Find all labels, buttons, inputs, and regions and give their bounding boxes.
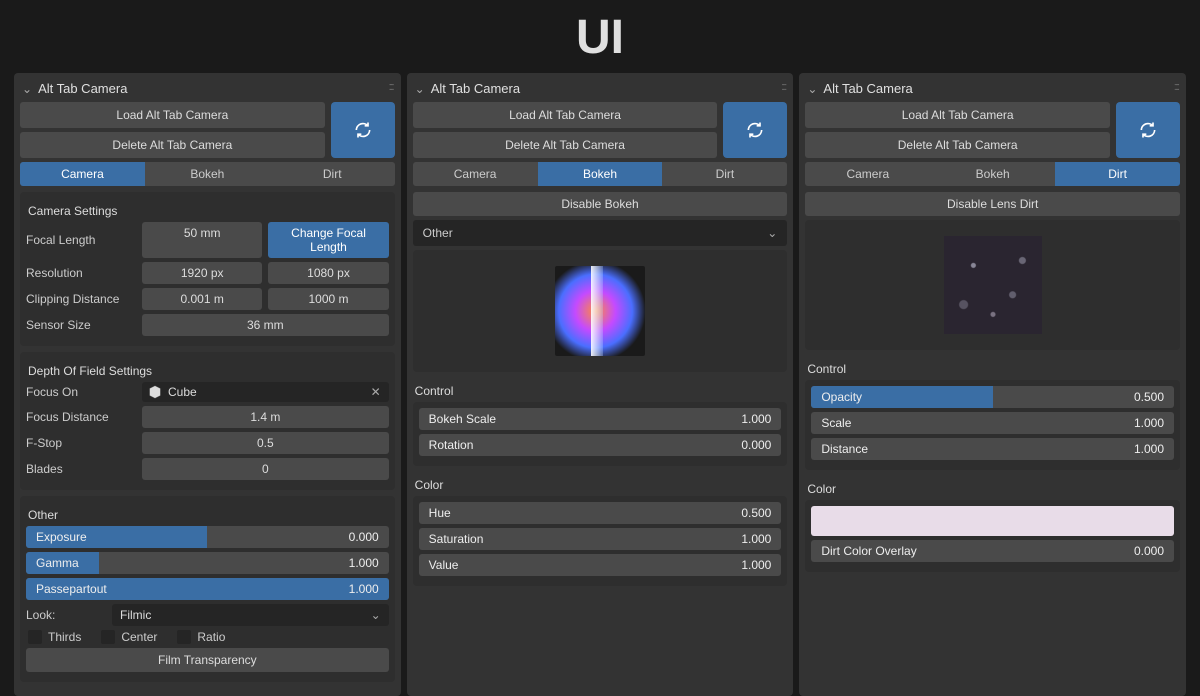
label-look: Look: (26, 608, 106, 622)
chevron-down-icon: ⌄ (767, 226, 777, 240)
dirt-preview (944, 236, 1042, 334)
load-button[interactable]: Load Alt Tab Camera (805, 102, 1110, 128)
exposure-slider[interactable]: Exposure0.000 (26, 526, 389, 548)
delete-button[interactable]: Delete Alt Tab Camera (20, 132, 325, 158)
tab-bokeh[interactable]: Bokeh (145, 162, 270, 186)
label-focus-dist: Focus Distance (26, 410, 136, 424)
section-control: Control (805, 356, 1180, 380)
focus-object-name: Cube (168, 385, 369, 399)
saturation-slider[interactable]: Saturation1.000 (419, 528, 782, 550)
section-camera-settings: Camera Settings (26, 198, 389, 222)
grip-icon[interactable]: :::: (781, 81, 785, 93)
fstop-field[interactable]: 0.5 (142, 432, 389, 454)
res-x-field[interactable]: 1920 px (142, 262, 262, 284)
section-control: Control (413, 378, 788, 402)
check-center[interactable]: Center (101, 630, 157, 644)
clip-far-field[interactable]: 1000 m (268, 288, 388, 310)
tab-dirt[interactable]: Dirt (662, 162, 787, 186)
opacity-slider[interactable]: Opacity0.500 (811, 386, 1174, 408)
delete-button[interactable]: Delete Alt Tab Camera (413, 132, 718, 158)
label-resolution: Resolution (26, 266, 136, 280)
delete-button[interactable]: Delete Alt Tab Camera (805, 132, 1110, 158)
tab-dirt[interactable]: Dirt (270, 162, 395, 186)
dirt-overlay-slider[interactable]: Dirt Color Overlay0.000 (811, 540, 1174, 562)
check-thirds[interactable]: Thirds (28, 630, 81, 644)
load-button[interactable]: Load Alt Tab Camera (20, 102, 325, 128)
section-other: Other (26, 502, 389, 526)
tab-bokeh[interactable]: Bokeh (538, 162, 663, 186)
value-slider[interactable]: Value1.000 (419, 554, 782, 576)
refresh-button[interactable] (1116, 102, 1180, 158)
chevron-down-icon[interactable]: ⌄ (807, 82, 817, 96)
refresh-icon (1138, 120, 1158, 140)
label-focus-on: Focus On (26, 385, 136, 399)
label-fstop: F-Stop (26, 436, 136, 450)
tab-dirt[interactable]: Dirt (1055, 162, 1180, 186)
bokeh-other-dropdown[interactable]: Other ⌄ (413, 220, 788, 246)
focal-length-field[interactable]: 50 mm (142, 222, 262, 258)
grip-icon[interactable]: :::: (388, 81, 392, 93)
tabs: Camera Bokeh Dirt (805, 162, 1180, 186)
section-color: Color (413, 472, 788, 496)
tab-bokeh[interactable]: Bokeh (930, 162, 1055, 186)
dirt-color-swatch[interactable] (811, 506, 1174, 536)
blades-field[interactable]: 0 (142, 458, 389, 480)
label-focal-length: Focal Length (26, 233, 136, 247)
section-color: Color (805, 476, 1180, 500)
panel-bokeh: ⌄ Alt Tab Camera :::: Load Alt Tab Camer… (407, 73, 794, 696)
disable-bokeh-button[interactable]: Disable Bokeh (413, 192, 788, 216)
focus-object-field[interactable]: Cube ✕ (142, 382, 389, 402)
panel-dirt: ⌄ Alt Tab Camera :::: Load Alt Tab Camer… (799, 73, 1186, 696)
gamma-slider[interactable]: Gamma1.000 (26, 552, 389, 574)
check-ratio[interactable]: Ratio (177, 630, 225, 644)
panel-title: Alt Tab Camera (38, 81, 127, 96)
refresh-button[interactable] (331, 102, 395, 158)
bokeh-scale-slider[interactable]: Bokeh Scale1.000 (419, 408, 782, 430)
film-transparency-button[interactable]: Film Transparency (26, 648, 389, 672)
distance-slider[interactable]: Distance1.000 (811, 438, 1174, 460)
tab-camera[interactable]: Camera (805, 162, 930, 186)
sensor-field[interactable]: 36 mm (142, 314, 389, 336)
bokeh-preview (555, 266, 645, 356)
refresh-icon (353, 120, 373, 140)
label-sensor: Sensor Size (26, 318, 136, 332)
chevron-down-icon: ⌄ (371, 608, 381, 622)
change-focal-button[interactable]: Change Focal Length (268, 222, 388, 258)
rotation-slider[interactable]: Rotation0.000 (419, 434, 782, 456)
look-dropdown[interactable]: Filmic ⌄ (112, 604, 389, 626)
disable-dirt-button[interactable]: Disable Lens Dirt (805, 192, 1180, 216)
grip-icon[interactable]: :::: (1174, 81, 1178, 93)
label-blades: Blades (26, 462, 136, 476)
chevron-down-icon[interactable]: ⌄ (415, 82, 425, 96)
clear-icon[interactable]: ✕ (369, 385, 383, 399)
panel-title: Alt Tab Camera (431, 81, 520, 96)
panel-camera: ⌄ Alt Tab Camera :::: Load Alt Tab Camer… (14, 73, 401, 696)
hue-slider[interactable]: Hue0.500 (419, 502, 782, 524)
tab-camera[interactable]: Camera (413, 162, 538, 186)
load-button[interactable]: Load Alt Tab Camera (413, 102, 718, 128)
cube-icon (148, 385, 162, 399)
clip-near-field[interactable]: 0.001 m (142, 288, 262, 310)
tab-camera[interactable]: Camera (20, 162, 145, 186)
section-dof: Depth Of Field Settings (26, 358, 389, 382)
passepartout-slider[interactable]: Passepartout1.000 (26, 578, 389, 600)
page-title: UI (0, 0, 1200, 73)
tabs: Camera Bokeh Dirt (20, 162, 395, 186)
tabs: Camera Bokeh Dirt (413, 162, 788, 186)
scale-slider[interactable]: Scale1.000 (811, 412, 1174, 434)
chevron-down-icon[interactable]: ⌄ (22, 82, 32, 96)
refresh-icon (745, 120, 765, 140)
label-clipping: Clipping Distance (26, 292, 136, 306)
res-y-field[interactable]: 1080 px (268, 262, 388, 284)
panel-title: Alt Tab Camera (823, 81, 912, 96)
focus-dist-field[interactable]: 1.4 m (142, 406, 389, 428)
refresh-button[interactable] (723, 102, 787, 158)
